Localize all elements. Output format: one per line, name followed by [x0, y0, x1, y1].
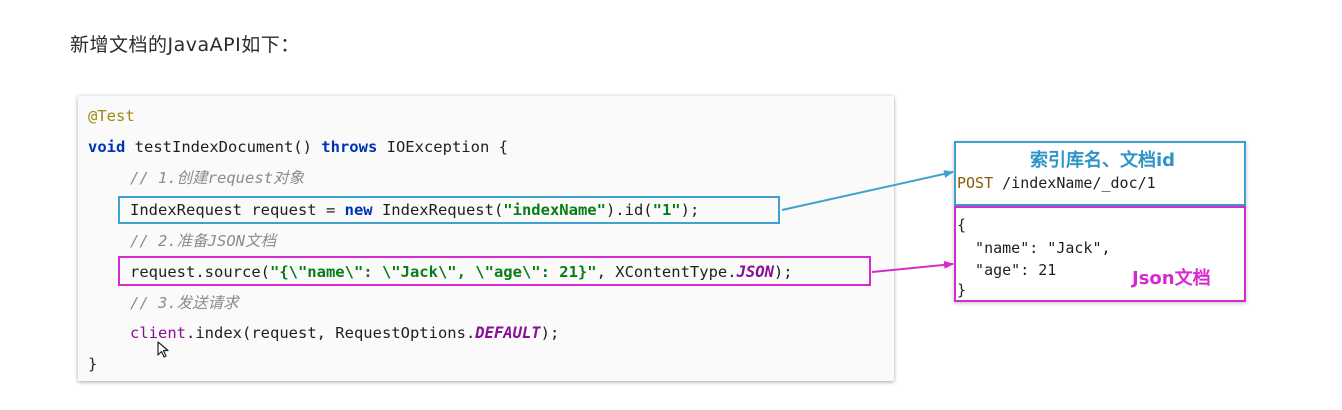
http-method: POST	[957, 174, 994, 192]
arrow-to-json-panel	[871, 260, 954, 273]
json-close-brace: }	[957, 281, 967, 299]
endpoint-path: /indexName/_doc/1	[993, 174, 1156, 192]
arrow-to-request-panel	[781, 170, 954, 211]
json-document-panel: { "name": "Jack", "age": 21 } Json文档	[954, 206, 1246, 302]
json-open-brace: {	[957, 216, 967, 234]
json-document-label: Json文档	[1132, 268, 1211, 289]
endpoint-line: POST /indexName/_doc/1	[957, 174, 1156, 192]
panel-title-index-doc-id: 索引库名、文档id	[1030, 150, 1176, 171]
json-name-field: "name": "Jack",	[957, 239, 1111, 257]
request-endpoint-panel: 索引库名、文档id POST /indexName/_doc/1	[954, 141, 1246, 206]
json-age-field: "age": 21	[957, 261, 1057, 279]
